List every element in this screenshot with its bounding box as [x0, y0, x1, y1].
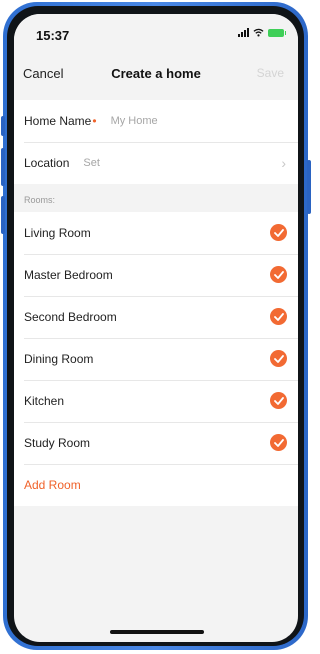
checkmark-circle-icon[interactable]	[270, 350, 287, 367]
device-mockup: 15:37 Cancel Create a home Save Home Nam…	[0, 0, 312, 654]
rooms-section-title: Rooms:	[24, 195, 56, 205]
room-item[interactable]: Master Bedroom	[14, 254, 298, 296]
room-item[interactable]: Second Bedroom	[14, 296, 298, 338]
room-label: Master Bedroom	[24, 268, 113, 282]
home-indicator	[110, 630, 204, 634]
location-value: Set	[83, 157, 100, 169]
checkmark-circle-icon[interactable]	[270, 308, 287, 325]
room-label: Study Room	[24, 436, 91, 450]
location-label: Location	[24, 156, 70, 170]
battery-icon	[268, 28, 286, 37]
checkmark-circle-icon[interactable]	[270, 224, 287, 241]
signal-icon	[238, 28, 249, 37]
location-row[interactable]: Location Set ›	[14, 142, 298, 184]
room-label: Dining Room	[24, 352, 94, 366]
status-icons	[238, 28, 286, 37]
status-time: 15:37	[36, 28, 70, 43]
save-button[interactable]: Save	[257, 66, 284, 80]
room-item[interactable]: Kitchen	[14, 380, 298, 422]
required-marker: •	[92, 114, 97, 128]
room-item[interactable]: Study Room	[14, 422, 298, 464]
chevron-right-icon: ›	[281, 155, 286, 171]
room-label: Kitchen	[24, 394, 65, 408]
add-room-row[interactable]: Add Room	[14, 464, 298, 506]
add-room-button[interactable]: Add Room	[24, 478, 81, 492]
status-bar: 15:37	[14, 14, 298, 54]
room-label: Second Bedroom	[24, 310, 117, 324]
checkmark-circle-icon[interactable]	[270, 392, 287, 409]
checkmark-circle-icon[interactable]	[270, 434, 287, 451]
rooms-list: Living Room Master Bedroom Second Bedroo…	[14, 212, 298, 506]
home-name-row[interactable]: Home Name • My Home	[14, 100, 298, 142]
home-name-label: Home Name	[24, 114, 92, 128]
room-item[interactable]: Living Room	[14, 212, 298, 254]
page-title: Create a home	[111, 66, 201, 81]
room-item[interactable]: Dining Room	[14, 338, 298, 380]
home-name-input[interactable]: My Home	[111, 115, 158, 127]
home-info-group: Home Name • My Home Location Set ›	[14, 100, 298, 184]
room-label: Living Room	[24, 226, 91, 240]
checkmark-circle-icon[interactable]	[270, 266, 287, 283]
navigation-bar: Cancel Create a home Save	[14, 54, 298, 94]
wifi-icon	[253, 28, 264, 37]
app-screen: 15:37 Cancel Create a home Save Home Nam…	[14, 14, 298, 642]
